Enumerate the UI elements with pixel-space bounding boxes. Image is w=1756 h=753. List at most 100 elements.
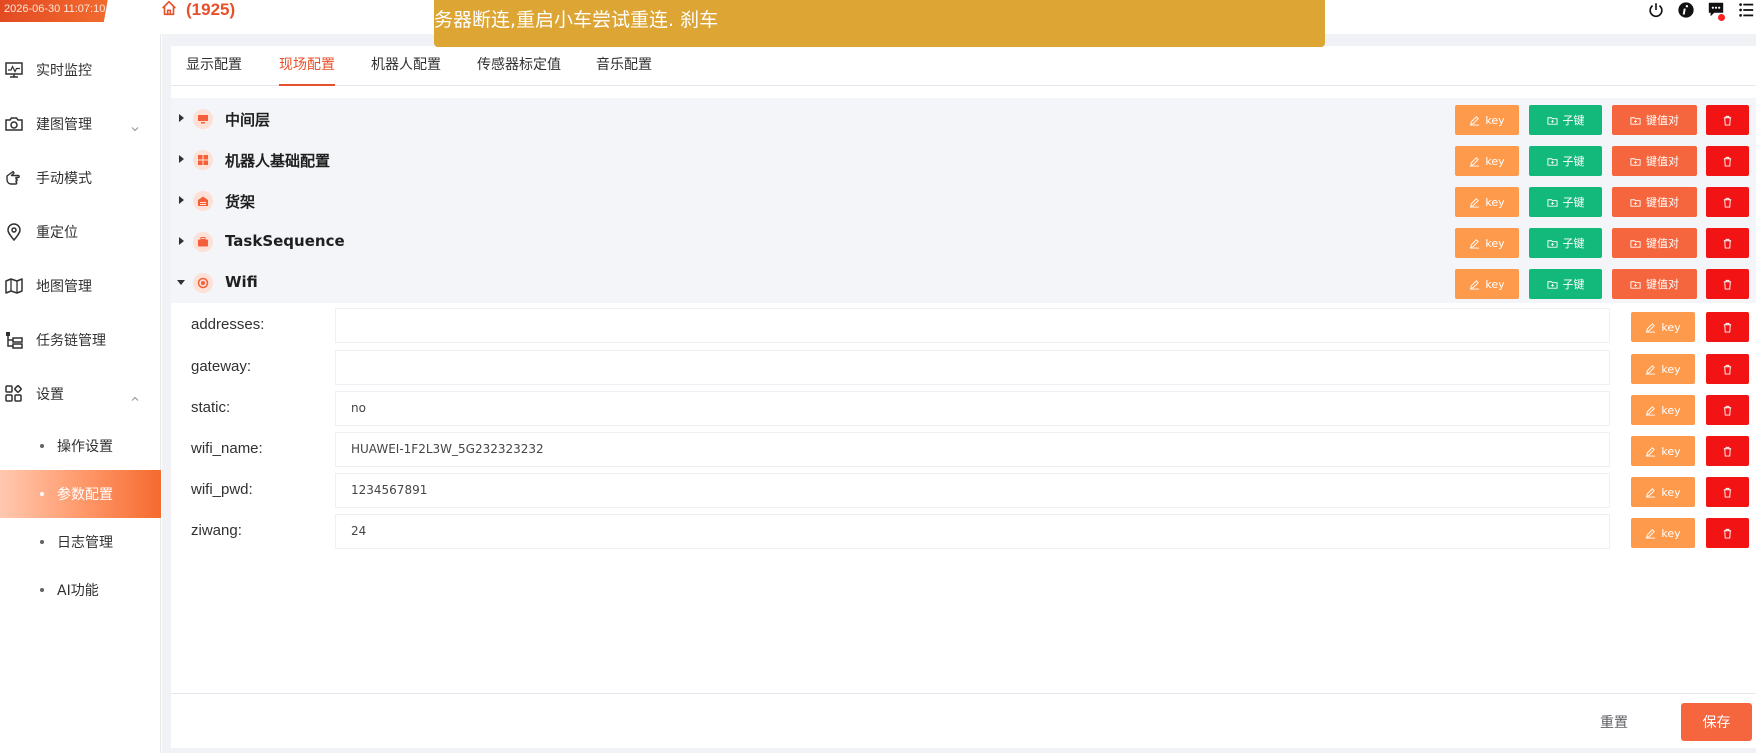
caret-right-icon[interactable] — [179, 114, 184, 122]
edit-key-button[interactable]: key — [1455, 105, 1519, 135]
tab-sensor-calibration[interactable]: 传感器标定值 — [477, 46, 561, 86]
caret-down-icon[interactable] — [177, 280, 185, 285]
shelf-icon — [193, 191, 213, 211]
entry-key-text: static: — [191, 399, 231, 416]
add-child-key-button[interactable]: 子键 — [1529, 146, 1602, 176]
add-child-key-button[interactable]: 子键 — [1529, 187, 1602, 217]
tab-robot-config[interactable]: 机器人配置 — [371, 46, 441, 86]
caret-right-icon[interactable] — [179, 196, 184, 204]
edit-key-label: key — [1485, 236, 1505, 250]
sidebar-item-map-management[interactable]: 地图管理 — [0, 259, 161, 313]
add-key-value-button[interactable]: 键值对 — [1612, 146, 1697, 176]
menu-icon[interactable] — [1736, 0, 1756, 20]
entry-value-field[interactable]: 24 — [335, 514, 1610, 549]
wifi-entry-row: wifi_name: HUAWEI-1F2L3W_5G232323232 — [180, 431, 1756, 469]
caret-right-icon[interactable] — [179, 237, 184, 245]
entry-value-field[interactable]: HUAWEI-1F2L3W_5G232323232 — [335, 432, 1610, 467]
chevron-down-icon — [130, 119, 140, 132]
home-icon[interactable] — [160, 0, 178, 21]
delete-button[interactable] — [1706, 269, 1749, 299]
group-label: 机器人基础配置 — [225, 152, 331, 170]
map-icon — [4, 276, 24, 296]
sidebar-item-task-chain[interactable]: 任务链管理 — [0, 313, 161, 367]
entry-value-field[interactable] — [335, 308, 1610, 343]
add-key-value-button[interactable]: 键值对 — [1612, 105, 1697, 135]
sidebar-subitem-log-management[interactable]: 日志管理 — [0, 518, 161, 566]
delete-button[interactable] — [1706, 228, 1749, 258]
group-label: TaskSequence — [225, 232, 345, 250]
trash-icon — [1723, 279, 1732, 290]
entry-key: ziwang: — [180, 513, 335, 551]
edit-key-label: key — [1661, 403, 1681, 417]
trash-icon — [1723, 364, 1732, 375]
tab-display-config[interactable]: 显示配置 — [186, 46, 242, 86]
sidebar-item-settings[interactable]: 设置 — [0, 367, 161, 421]
sidebar-subitem-label: 日志管理 — [57, 535, 113, 551]
sidebar-item-label: 设置 — [36, 387, 64, 403]
bullet-dot — [40, 444, 44, 448]
message-icon[interactable] — [1706, 0, 1726, 21]
edit-key-button[interactable]: key — [1631, 436, 1695, 466]
wifi-entry-row: addresses: — [180, 307, 1756, 345]
caret-right-icon[interactable] — [179, 155, 184, 163]
delete-button[interactable] — [1706, 395, 1749, 425]
task-chain-icon — [4, 330, 24, 350]
delete-button[interactable] — [1706, 105, 1749, 135]
sidebar-item-realtime-monitor[interactable]: 实时监控 — [0, 43, 161, 97]
sidebar-item-label: 地图管理 — [36, 279, 92, 295]
notice-text: 务器断连,重启小车尝试重连. 刹车 — [434, 9, 719, 31]
edit-key-button[interactable]: key — [1631, 395, 1695, 425]
sidebar-item-manual-mode[interactable]: 手动模式 — [0, 151, 161, 205]
edit-key-label: key — [1485, 154, 1505, 168]
add-key-value-button[interactable]: 键值对 — [1612, 187, 1697, 217]
edit-key-button[interactable]: key — [1455, 187, 1519, 217]
delete-button[interactable] — [1706, 312, 1749, 342]
save-button[interactable]: 保存 — [1681, 703, 1752, 741]
edit-key-button[interactable]: key — [1455, 228, 1519, 258]
edit-icon — [1646, 364, 1656, 375]
delete-button[interactable] — [1706, 477, 1749, 507]
add-child-key-button[interactable]: 子键 — [1529, 269, 1602, 299]
edit-icon — [1470, 197, 1480, 208]
monitor-icon — [4, 60, 24, 80]
delete-button[interactable] — [1706, 354, 1749, 384]
entry-key-text: gateway: — [191, 358, 252, 375]
entry-value-field[interactable]: 1234567891 — [335, 473, 1610, 508]
wifi-entry-row: gateway: — [180, 349, 1756, 387]
sidebar-subitem-operation-settings[interactable]: 操作设置 — [0, 422, 161, 470]
entry-key: wifi_pwd: — [180, 472, 335, 510]
bullet-dot — [40, 492, 44, 496]
entry-value-field[interactable] — [335, 350, 1610, 385]
add-key-value-label: 键值对 — [1646, 278, 1679, 291]
delete-button[interactable] — [1706, 146, 1749, 176]
edit-key-button[interactable]: key — [1455, 146, 1519, 176]
tab-music-config[interactable]: 音乐配置 — [596, 46, 652, 86]
sidebar-subitem-ai-function[interactable]: AI功能 — [0, 566, 161, 614]
power-icon[interactable] — [1646, 0, 1666, 20]
entry-value-field[interactable]: no — [335, 391, 1610, 426]
info-icon[interactable] — [1676, 0, 1696, 20]
settings-grid-icon — [4, 384, 24, 404]
sidebar-item-mapping[interactable]: 建图管理 — [0, 97, 161, 151]
add-key-value-button[interactable]: 键值对 — [1612, 269, 1697, 299]
folder-add-icon — [1630, 280, 1641, 289]
location-icon — [4, 222, 24, 242]
edit-key-button[interactable]: key — [1631, 518, 1695, 548]
reset-button[interactable]: 重置 — [1582, 703, 1646, 741]
add-child-key-button[interactable]: 子键 — [1529, 105, 1602, 135]
add-key-value-button[interactable]: 键值对 — [1612, 228, 1697, 258]
delete-button[interactable] — [1706, 436, 1749, 466]
edit-key-button[interactable]: key — [1455, 269, 1519, 299]
edit-key-button[interactable]: key — [1631, 312, 1695, 342]
edit-key-button[interactable]: key — [1631, 354, 1695, 384]
delete-button[interactable] — [1706, 187, 1749, 217]
edit-key-label: key — [1661, 444, 1681, 458]
sidebar-subitem-parameter-config[interactable]: 参数配置 — [0, 470, 161, 518]
tab-site-config[interactable]: 现场配置 — [279, 46, 335, 86]
sidebar-item-relocate[interactable]: 重定位 — [0, 205, 161, 259]
add-child-key-button[interactable]: 子键 — [1529, 228, 1602, 258]
edit-icon — [1646, 487, 1656, 498]
folder-add-icon — [1630, 116, 1641, 125]
edit-key-button[interactable]: key — [1631, 477, 1695, 507]
delete-button[interactable] — [1706, 518, 1749, 548]
